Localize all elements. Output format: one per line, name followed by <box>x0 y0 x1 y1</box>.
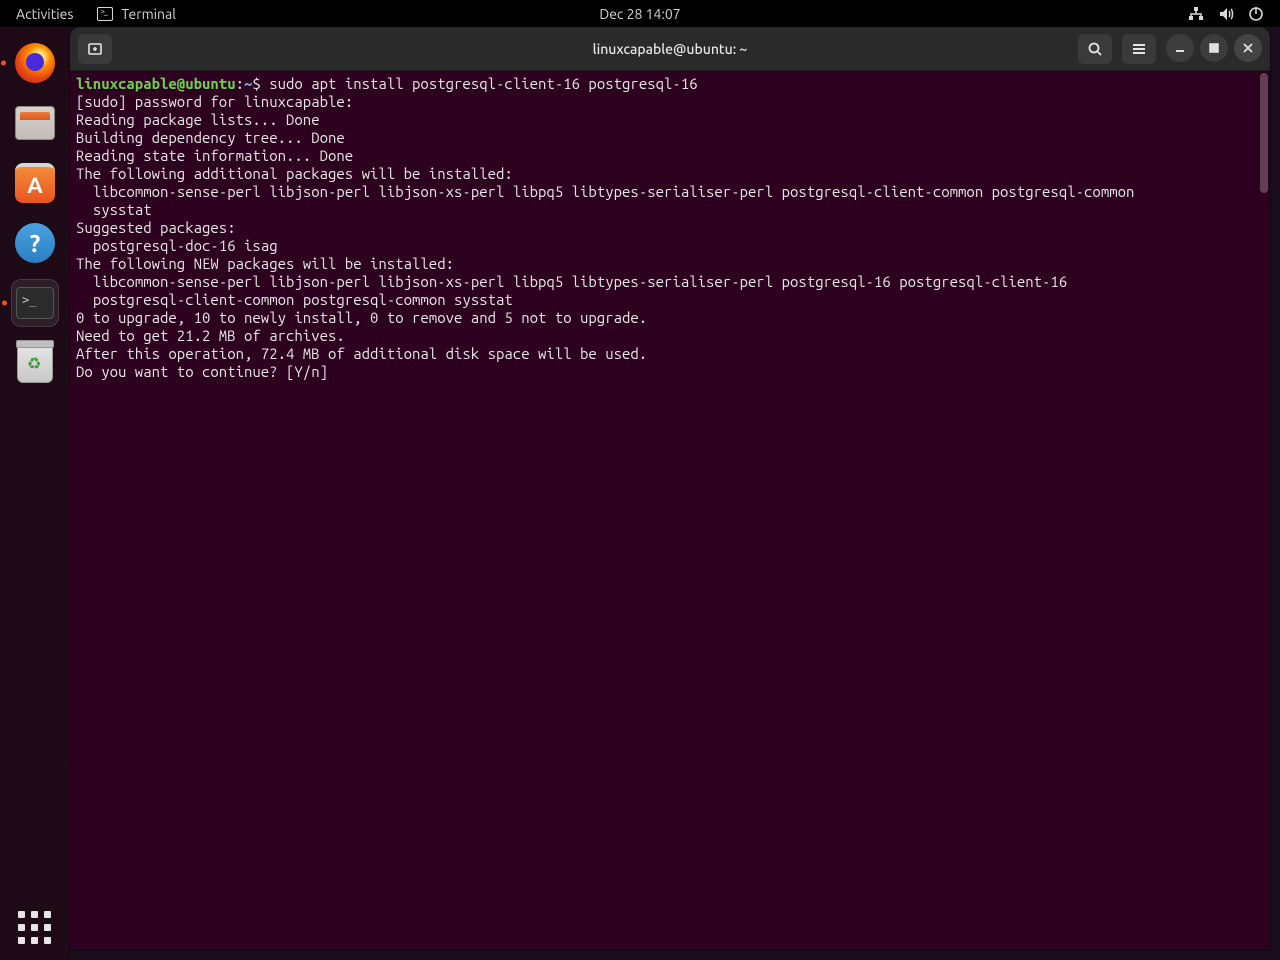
terminal-window: linuxcapable@ubuntu: ~ linuxcapable@ubun… <box>70 27 1270 950</box>
dock-trash[interactable] <box>11 339 59 387</box>
terminal-output[interactable]: linuxcapable@ubuntu:~$ sudo apt install … <box>70 71 1270 385</box>
prompt-colon: : <box>236 75 244 92</box>
prompt-dollar: $ <box>252 75 269 92</box>
search-button[interactable] <box>1078 34 1112 64</box>
new-tab-button[interactable] <box>78 34 112 64</box>
firefox-icon <box>15 43 55 83</box>
titlebar[interactable]: linuxcapable@ubuntu: ~ <box>70 27 1270 71</box>
show-applications-button[interactable] <box>17 910 53 946</box>
app-menu-label: Terminal <box>121 6 176 22</box>
dock: A ? <box>0 27 70 960</box>
minimize-icon <box>1174 42 1186 54</box>
software-icon: A <box>15 163 55 203</box>
help-icon: ? <box>15 223 55 263</box>
dock-software[interactable]: A <box>11 159 59 207</box>
new-tab-icon <box>87 41 103 57</box>
close-icon <box>1242 42 1254 54</box>
top-panel: Activities Terminal Dec 28 14:07 <box>0 0 1280 27</box>
dock-files[interactable] <box>11 99 59 147</box>
maximize-icon <box>1208 42 1220 54</box>
power-icon <box>1248 6 1264 22</box>
scrollbar-thumb[interactable] <box>1260 73 1268 193</box>
titlebar-right <box>1078 34 1262 64</box>
dock-terminal[interactable] <box>11 279 59 327</box>
clock[interactable]: Dec 28 14:07 <box>599 6 680 22</box>
files-icon <box>15 106 55 140</box>
terminal-icon <box>97 7 113 21</box>
search-icon <box>1087 41 1103 57</box>
window-title: linuxcapable@ubuntu: ~ <box>593 41 748 57</box>
dock-help[interactable]: ? <box>11 219 59 267</box>
dock-firefox[interactable] <box>11 39 59 87</box>
app-menu[interactable]: Terminal <box>97 6 176 22</box>
output-lines: [sudo] password for linuxcapable: Readin… <box>76 93 1134 380</box>
menu-button[interactable] <box>1122 34 1156 64</box>
network-icon <box>1188 6 1204 22</box>
terminal-icon <box>16 287 54 319</box>
top-panel-left: Activities Terminal <box>10 6 176 22</box>
trash-icon <box>17 343 53 383</box>
command-text: sudo apt install postgresql-client-16 po… <box>269 75 697 92</box>
activities-button[interactable]: Activities <box>10 6 79 22</box>
close-button[interactable] <box>1234 34 1262 62</box>
maximize-button[interactable] <box>1200 34 1228 62</box>
system-tray[interactable] <box>1188 6 1270 22</box>
prompt-user: linuxcapable@ubuntu <box>76 75 236 92</box>
volume-icon <box>1218 6 1234 22</box>
minimize-button[interactable] <box>1166 34 1194 62</box>
hamburger-icon <box>1131 41 1147 57</box>
